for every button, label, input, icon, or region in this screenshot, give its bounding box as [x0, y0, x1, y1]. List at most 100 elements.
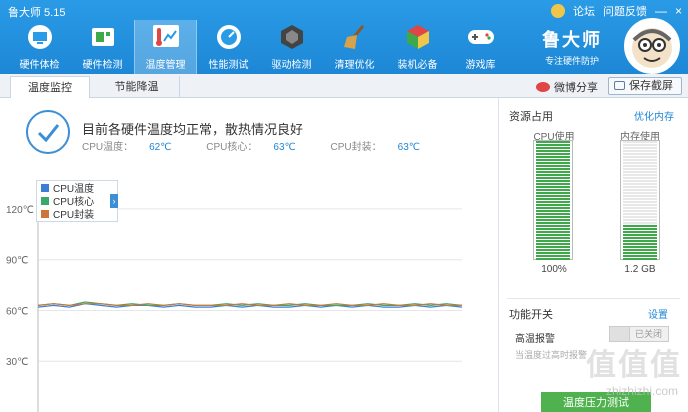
weibo-share-label: 微博分享: [554, 82, 598, 94]
meter-segment: [536, 198, 570, 200]
status-title: 目前各硬件温度均正常，散热情况良好: [82, 122, 304, 137]
check-icon: [26, 110, 70, 154]
meter-segment: [536, 150, 570, 152]
optimize-memory-link[interactable]: 优化内存: [634, 108, 674, 123]
meter-segment: [536, 141, 570, 143]
meter-segment: [536, 228, 570, 230]
meter-segment: [536, 213, 570, 215]
meter-segment: [536, 234, 570, 236]
watermark: 值值值: [586, 349, 682, 382]
meter-segment: [623, 207, 657, 209]
nav-label: 游戏库: [465, 60, 496, 71]
meter-segment: [623, 186, 657, 188]
close-button[interactable]: ×: [675, 5, 682, 17]
mascot-avatar: [624, 18, 680, 74]
minimize-button[interactable]: —: [655, 5, 667, 17]
nav-label: 温度管理: [145, 60, 186, 71]
nav-games[interactable]: 游戏库: [449, 20, 512, 74]
meter-segment: [623, 255, 657, 257]
meter-segment: [536, 216, 570, 218]
meter-segment: [536, 231, 570, 233]
meter-segment: [536, 204, 570, 206]
meter-segment: [623, 183, 657, 185]
meter-segment: [536, 210, 570, 212]
board-icon: [87, 22, 119, 52]
meter-segment: [623, 156, 657, 158]
meter-segment: [623, 258, 657, 260]
main-nav: 硬件体检 硬件检测 温度管理 性能测试 驱动检测 清理优化 装机必备 游戏库: [8, 20, 512, 74]
legend-toggle-arrow-icon[interactable]: ›: [110, 194, 118, 208]
nav-label: 清理优化: [334, 60, 375, 71]
meter-segment: [623, 141, 657, 143]
nav-hardware-check[interactable]: 硬件体检: [8, 20, 71, 74]
nav-label: 装机必备: [397, 60, 438, 71]
save-screenshot-button[interactable]: 保存截屏: [608, 77, 682, 95]
tab-temp-monitor[interactable]: 温度监控: [10, 76, 90, 98]
weibo-icon: [536, 82, 550, 92]
watermark-url: zhizhizhi.com: [605, 384, 678, 398]
alarm-hint: 当温度过高时报警: [515, 350, 588, 360]
meter-segment: [623, 174, 657, 176]
meter-segment: [536, 249, 570, 251]
meter-segment: [623, 231, 657, 233]
meter-segment: [536, 246, 570, 248]
thermometer-icon: [150, 22, 182, 52]
meter-segment: [623, 147, 657, 149]
weibo-share[interactable]: 微博分享: [536, 79, 598, 95]
feedback-link[interactable]: 问题反馈: [603, 3, 647, 19]
meter-segment: [536, 159, 570, 161]
meter-segment: [536, 183, 570, 185]
meter-segment: [623, 252, 657, 254]
cpu-usage-meter: [533, 140, 573, 260]
meter-segment: [623, 180, 657, 182]
settings-link[interactable]: 设置: [648, 306, 668, 321]
memory-usage-value: 1.2 GB: [624, 264, 656, 275]
meter-segment: [536, 255, 570, 257]
meter-segment: [536, 165, 570, 167]
meter-segment: [623, 249, 657, 251]
chart-legend: CPU温度 CPU核心 CPU封装: [36, 180, 118, 222]
meter-segment: [623, 168, 657, 170]
nav-temperature[interactable]: 温度管理: [134, 20, 197, 74]
meter-segment: [623, 198, 657, 200]
toggle-knob: [610, 327, 630, 341]
meter-segment: [536, 171, 570, 173]
forum-link[interactable]: 论坛: [573, 3, 595, 19]
meter-segment: [536, 222, 570, 224]
reading-cpu-package: CPU封装： 63℃: [330, 142, 421, 153]
meter-segment: [536, 237, 570, 239]
meter-segment: [536, 219, 570, 221]
meter-segment: [536, 186, 570, 188]
brand: 鲁大师 专注硬件防护: [542, 26, 602, 67]
resources-title: 资源占用: [509, 111, 553, 123]
speedometer-icon: [213, 22, 245, 52]
meter-segment: [623, 171, 657, 173]
nav-hardware-detect[interactable]: 硬件检测: [71, 20, 134, 74]
brand-slogan: 专注硬件防护: [544, 56, 599, 66]
nav-performance[interactable]: 性能测试: [197, 20, 260, 74]
tab-energy-saving[interactable]: 节能降温: [94, 76, 180, 98]
nav-driver[interactable]: 驱动检测: [260, 20, 323, 74]
monitor-icon: [24, 22, 56, 52]
meter-segment: [536, 180, 570, 182]
meter-segment: [623, 189, 657, 191]
meter-segment: [623, 210, 657, 212]
nav-cleanup[interactable]: 清理优化: [323, 20, 386, 74]
status-readings: CPU温度： 62℃ CPU核心： 63℃ CPU封装： 63℃: [82, 138, 452, 153]
meter-segment: [536, 147, 570, 149]
reading-cpu-core: CPU核心： 63℃: [206, 142, 296, 153]
meter-segment: [536, 207, 570, 209]
nav-essentials[interactable]: 装机必备: [386, 20, 449, 74]
meter-segment: [623, 213, 657, 215]
nav-label: 驱动检测: [271, 60, 312, 71]
coin-icon[interactable]: [550, 4, 565, 18]
meter-segment: [623, 162, 657, 164]
app-title: 鲁大师 5.15: [8, 7, 66, 19]
y-tick-label: 120℃: [6, 205, 34, 216]
save-screenshot-label: 保存截屏: [629, 80, 673, 92]
top-right-links: 论坛 问题反馈 — ×: [550, 3, 682, 19]
meter-segment: [623, 165, 657, 167]
meter-segment: [536, 252, 570, 254]
meter-segment: [623, 228, 657, 230]
functions-title: 功能开关: [509, 309, 553, 321]
